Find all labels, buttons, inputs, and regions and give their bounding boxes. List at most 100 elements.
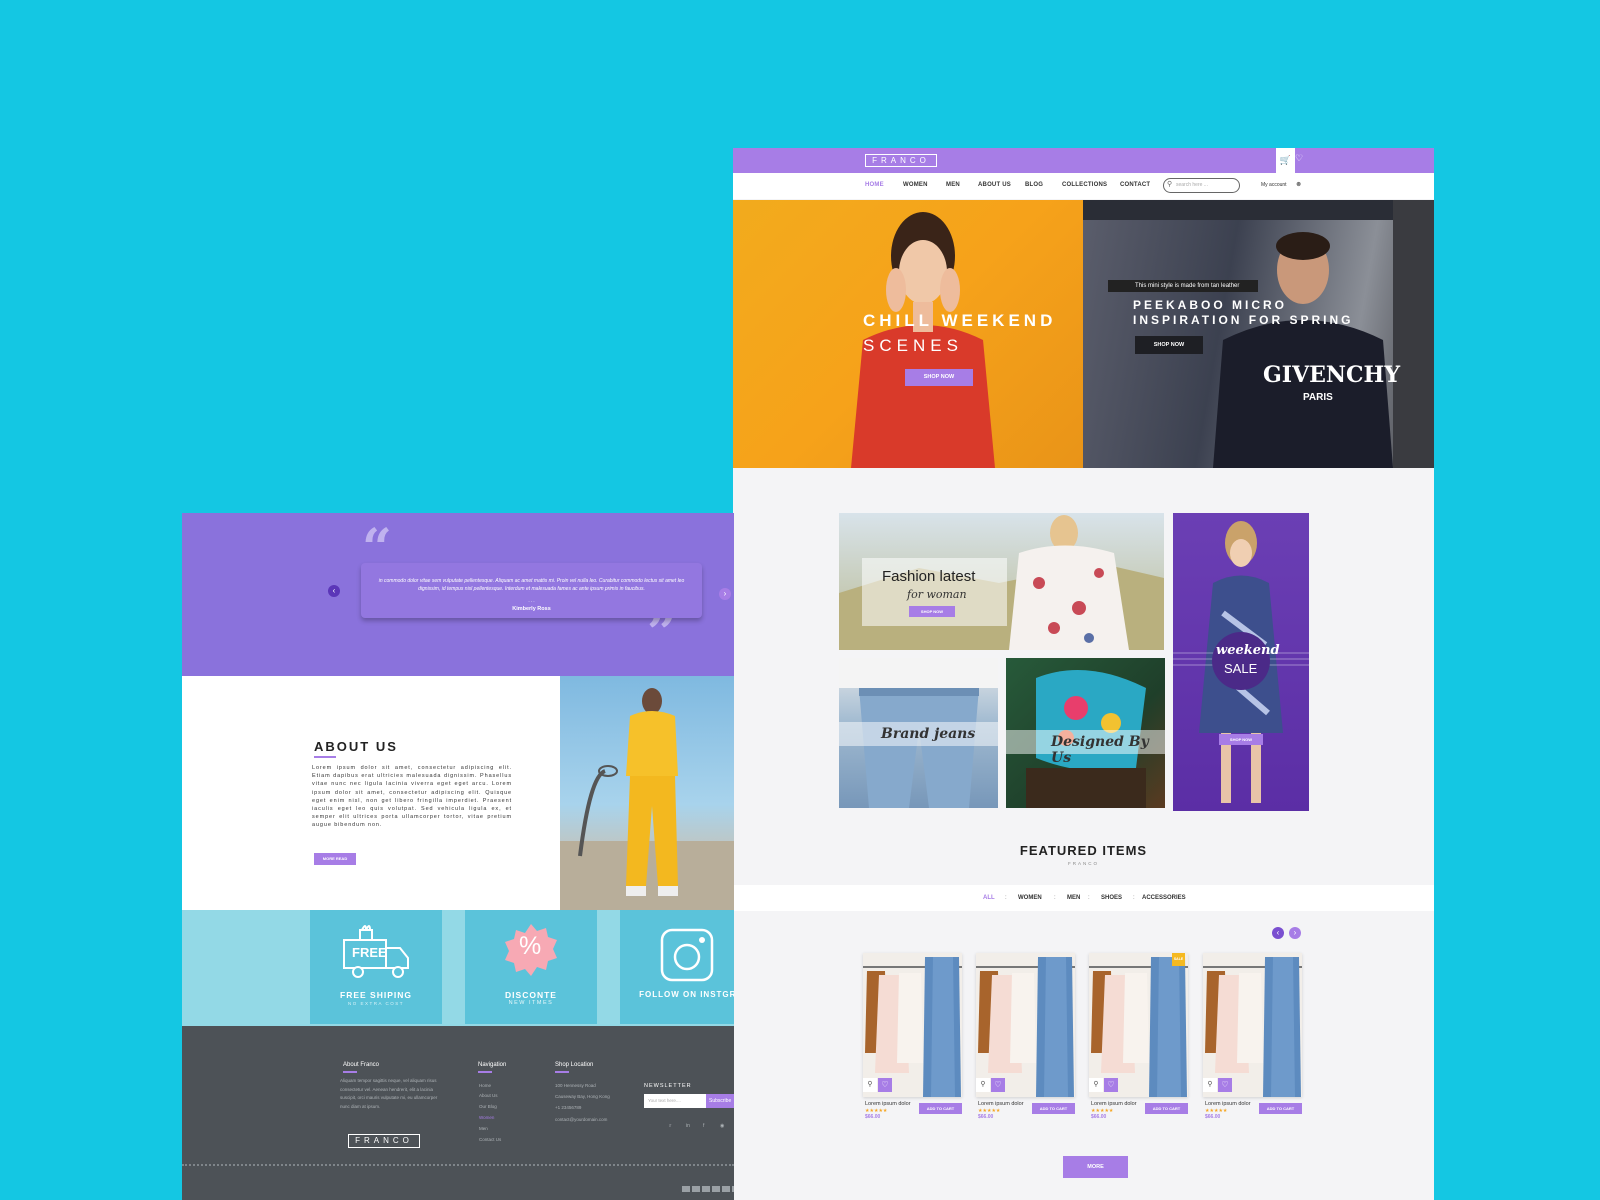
about-text: Lorem ipsum dolor sit amet, consectetur …	[312, 765, 512, 829]
filter-women[interactable]: WOMEN	[1018, 895, 1042, 901]
model-photo	[851, 212, 995, 468]
add-to-cart-button[interactable]: ADD TO CART	[1259, 1103, 1302, 1114]
cart-icon[interactable]: 🛒	[1276, 148, 1295, 173]
filter-separator: :	[1088, 895, 1090, 901]
shop-phone: +1 23456789	[555, 1105, 582, 1110]
product-card[interactable]: ⚲ ♡	[863, 953, 962, 1097]
footer-link-blog[interactable]: Our Blog	[479, 1102, 497, 1112]
footer-link-women[interactable]: Women	[479, 1113, 494, 1123]
footer-link-contact[interactable]: Contact Us	[479, 1135, 501, 1145]
nav-women[interactable]: WOMEN	[903, 182, 928, 188]
nav-blog[interactable]: BLOG	[1025, 182, 1043, 188]
product-price: $66.00	[1205, 1114, 1221, 1120]
nav-about[interactable]: ABOUT US	[978, 182, 1011, 188]
shop-now-button[interactable]: SHOP NOW	[909, 606, 955, 617]
heart-icon[interactable]: ♡	[1295, 153, 1303, 164]
product-name[interactable]: Lorem ipsum dolor	[1091, 1101, 1137, 1107]
filter-accessories[interactable]: ACCESSORIES	[1142, 895, 1186, 901]
next-arrow-icon[interactable]: ›	[719, 588, 731, 600]
shop-now-button[interactable]: SHOP NOW	[1219, 734, 1263, 745]
prev-arrow-icon[interactable]: ‹	[328, 585, 340, 597]
testimonial-separator: - - -	[528, 598, 535, 603]
quick-view-icon[interactable]: ⚲	[863, 1078, 877, 1092]
nav-men[interactable]: MEN	[946, 182, 960, 188]
nav-contact[interactable]: CONTACT	[1120, 182, 1150, 188]
newsletter-input[interactable]: Your text here....	[644, 1094, 706, 1108]
product-price: $66.00	[1091, 1114, 1107, 1120]
sale-script: weekend	[1216, 643, 1280, 658]
facebook-icon[interactable]: f	[703, 1123, 704, 1129]
logo[interactable]: FRANCO	[865, 154, 937, 167]
feature-discount: % DISCONTE NEW ITMES	[465, 910, 597, 1024]
footer-link-home[interactable]: Home	[479, 1081, 491, 1091]
product-card[interactable]: ⚲ ♡	[976, 953, 1075, 1097]
wishlist-icon[interactable]: ♡	[991, 1078, 1005, 1092]
nav-collections[interactable]: COLLECTIONS	[1062, 182, 1107, 188]
quick-view-icon[interactable]: ⚲	[1089, 1078, 1103, 1092]
model-photo	[560, 688, 734, 910]
payment-icons	[682, 1186, 734, 1192]
heading-underline	[478, 1071, 492, 1073]
promo-script: for woman	[907, 588, 967, 601]
feature-title: FOLLOW ON INSTGRAM	[639, 990, 734, 999]
quick-view-icon[interactable]: ⚲	[1203, 1078, 1217, 1092]
footer-logo[interactable]: FRANCO	[348, 1134, 420, 1148]
product-price: $66.00	[865, 1114, 881, 1120]
promo-jeans[interactable]: Brand jeans	[839, 658, 998, 808]
sale-badge: SALE	[1172, 953, 1185, 966]
add-to-cart-button[interactable]: ADD TO CART	[1145, 1103, 1188, 1114]
hero-right-title: PEEKABOO MICRO	[1133, 298, 1288, 312]
product-image	[1089, 953, 1188, 1097]
title-underline	[314, 756, 336, 758]
wishlist-icon[interactable]: ♡	[1104, 1078, 1118, 1092]
add-to-cart-button[interactable]: ADD TO CART	[919, 1103, 962, 1114]
feature-title: FREE SHIPING	[340, 990, 412, 1000]
quick-view-icon[interactable]: ⚲	[976, 1078, 990, 1092]
user-icon[interactable]: ☻	[1295, 181, 1302, 188]
search-icon[interactable]: ⚲	[1167, 180, 1172, 188]
subscribe-button[interactable]: Subscribe	[706, 1094, 734, 1108]
next-arrow-icon[interactable]: ›	[1289, 927, 1301, 939]
footer-link-men[interactable]: Men	[479, 1124, 488, 1134]
feature-subtitle: NO EXTRA COST	[347, 1001, 404, 1006]
shop-now-button[interactable]: SHOP NOW	[905, 369, 973, 386]
homepage-preview: FRANCO 🛒 ♡ HOME WOMEN MEN ABOUT US BLOG …	[733, 148, 1434, 1200]
promo-designed[interactable]: Designed By Us	[1006, 658, 1165, 808]
linkedin-icon[interactable]: in	[686, 1123, 690, 1129]
instagram-icon[interactable]: ◉	[720, 1123, 724, 1129]
promo-weekend-sale[interactable]: weekend SALE SHOP NOW	[1173, 513, 1309, 811]
hero-right-subtitle: INSPIRATION FOR SPRING	[1133, 313, 1354, 327]
product-name[interactable]: Lorem ipsum dolor	[865, 1101, 911, 1107]
top-bar: FRANCO 🛒 ♡	[733, 148, 1434, 173]
more-button[interactable]: MORE	[1063, 1156, 1128, 1178]
twitter-icon[interactable]: 𝕣	[669, 1123, 671, 1129]
product-card[interactable]: ⚲ ♡	[1089, 953, 1188, 1097]
search-input[interactable]: search here ...	[1163, 178, 1240, 193]
footer-link-about[interactable]: About Us	[479, 1091, 498, 1101]
product-name[interactable]: Lorem ipsum dolor	[978, 1101, 1024, 1107]
wishlist-icon[interactable]: ♡	[1218, 1078, 1232, 1092]
nav-home[interactable]: HOME	[865, 182, 884, 188]
filter-separator: :	[1005, 895, 1007, 901]
shirt-print-sub: PARIS	[1303, 392, 1333, 403]
about-title: ABOUT US	[314, 739, 398, 754]
product-image	[976, 953, 1075, 1097]
wishlist-icon[interactable]: ♡	[878, 1078, 892, 1092]
hero-left-subtitle: SCENES	[863, 336, 963, 355]
shop-now-button[interactable]: SHOP NOW	[1135, 336, 1203, 354]
more-read-button[interactable]: MORE READ	[314, 853, 356, 865]
heading-underline	[343, 1071, 357, 1073]
add-to-cart-button[interactable]: ADD TO CART	[1032, 1103, 1075, 1114]
shop-email[interactable]: contact@yourdomain.com	[555, 1115, 607, 1125]
feature-badge: %	[519, 932, 542, 960]
filter-men[interactable]: MEN	[1067, 895, 1080, 901]
filter-all[interactable]: ALL	[983, 895, 995, 901]
product-name[interactable]: Lorem ipsum dolor	[1205, 1101, 1251, 1107]
instagram-icon[interactable]	[660, 928, 714, 982]
filter-shoes[interactable]: SHOES	[1101, 895, 1122, 901]
section-title: FEATURED ITEMS	[1019, 843, 1148, 858]
product-card[interactable]: ⚲ ♡	[1203, 953, 1302, 1097]
prev-arrow-icon[interactable]: ‹	[1272, 927, 1284, 939]
promo-fashion[interactable]: Fashion latest for woman SHOP NOW	[839, 513, 1164, 650]
account-link[interactable]: My account	[1261, 182, 1287, 188]
